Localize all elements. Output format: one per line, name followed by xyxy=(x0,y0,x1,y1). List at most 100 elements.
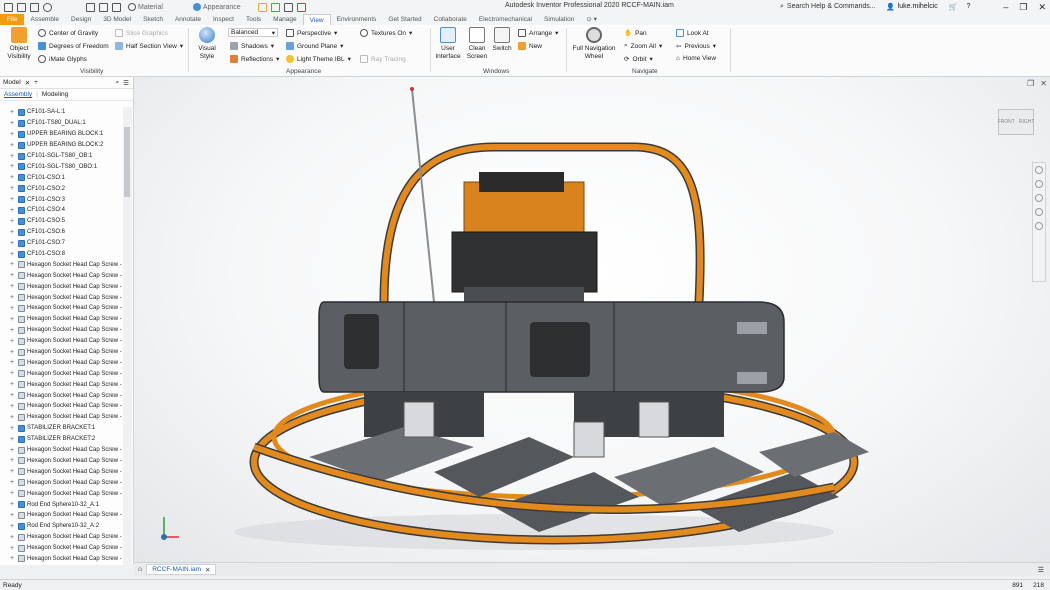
expand-icon[interactable]: + xyxy=(10,163,16,170)
document-tab[interactable]: RCCF-MAIN.iam ✕ xyxy=(146,564,217,575)
expand-icon[interactable]: + xyxy=(10,468,16,475)
tree-item[interactable]: + Hexagon Socket Head Cap Screw - xyxy=(0,456,122,467)
expand-icon[interactable]: + xyxy=(10,272,16,279)
tree-item[interactable]: + Hexagon Socket Head Cap Screw - xyxy=(0,368,122,379)
user-account[interactable]: 👤 luke.mihelcic 🛒? xyxy=(886,1,970,12)
tab-collaborate[interactable]: Collaborate xyxy=(428,14,473,25)
tree-item[interactable]: + UPPER BEARING BLOCK:1 xyxy=(0,129,122,140)
fx-icon[interactable] xyxy=(283,2,293,12)
lighting-style-select[interactable]: Balanced ▾ xyxy=(228,28,278,37)
tree-item[interactable]: + Hexagon Socket Head Cap Screw - xyxy=(0,543,122,554)
expand-icon[interactable]: + xyxy=(10,338,16,345)
tab-get-started[interactable]: Get Started xyxy=(382,14,427,25)
tab-file[interactable]: File xyxy=(0,14,25,25)
orbit-button[interactable]: ⟳ Orbit ▾ xyxy=(624,55,653,64)
arrange-button[interactable]: Arrange ▾ xyxy=(518,29,558,37)
tree-item[interactable]: + Hexagon Socket Head Cap Screw - xyxy=(0,281,122,292)
degrees-of-freedom-button[interactable]: Degrees of Freedom xyxy=(38,42,109,50)
tab-view[interactable]: View xyxy=(302,14,331,25)
adjust-icon[interactable] xyxy=(257,2,267,12)
reflections-button[interactable]: Reflections ▾ xyxy=(230,55,279,63)
close-icon[interactable]: ✕ xyxy=(25,79,30,87)
expand-icon[interactable]: + xyxy=(10,523,16,530)
expand-icon[interactable]: + xyxy=(10,251,16,258)
tab-electromechanical[interactable]: Electromechanical xyxy=(473,14,538,25)
expand-icon[interactable]: + xyxy=(10,207,16,214)
textures-on-button[interactable]: Textures On ▾ xyxy=(360,29,412,37)
expand-icon[interactable]: + xyxy=(10,120,16,127)
tree-item[interactable]: + CF101-CSO:4 xyxy=(0,205,122,216)
tree-item[interactable]: + CF101-CSO:3 xyxy=(0,194,122,205)
tree-item[interactable]: + Hexagon Socket Head Cap Screw - xyxy=(0,259,122,270)
save-icon[interactable] xyxy=(30,2,39,12)
tree-item[interactable]: + Hexagon Socket Head Cap Screw - xyxy=(0,488,122,499)
open-file-icon[interactable] xyxy=(17,2,26,12)
return-icon[interactable] xyxy=(99,2,108,12)
expand-icon[interactable]: + xyxy=(10,501,16,508)
pan-button[interactable]: ✋ Pan xyxy=(624,29,647,38)
tree-item[interactable]: + Hexagon Socket Head Cap Screw - xyxy=(0,532,122,543)
tree-item[interactable]: + CF101-SGL-TS80_OBO:1 xyxy=(0,161,122,172)
expand-icon[interactable]: + xyxy=(10,185,16,192)
tree-item[interactable]: + Hexagon Socket Head Cap Screw - xyxy=(0,466,122,477)
half-section-view-button[interactable]: Half Section View ▾ xyxy=(115,42,183,50)
look-at-button[interactable]: Look At xyxy=(676,29,709,37)
user-interface-button[interactable]: User Interface xyxy=(434,27,462,60)
full-navigation-wheel-button[interactable]: Full Navigation Wheel xyxy=(570,27,618,60)
tree-item[interactable]: + Hexagon Socket Head Cap Screw - xyxy=(0,401,122,412)
add-icon[interactable]: + xyxy=(34,79,38,86)
appearance-selector[interactable]: Appearance xyxy=(190,2,244,13)
home-icon[interactable]: ⌂ xyxy=(138,566,142,573)
close-icon[interactable]: ✕ xyxy=(205,566,210,574)
expand-icon[interactable]: + xyxy=(10,131,16,138)
clear-icon[interactable] xyxy=(270,2,280,12)
subtab-modeling[interactable]: Modeling xyxy=(42,91,68,98)
expand-icon[interactable]: + xyxy=(10,196,16,203)
expand-icon[interactable]: + xyxy=(10,153,16,160)
expand-icon[interactable]: + xyxy=(10,349,16,356)
tree-item[interactable]: + Rod End Sphere10-32_A:2 xyxy=(0,521,122,532)
tree-item[interactable]: + Hexagon Socket Head Cap Screw - xyxy=(0,412,122,423)
new-window-button[interactable]: New xyxy=(518,42,542,50)
center-of-gravity-button[interactable]: Center of Gravity xyxy=(38,29,98,37)
home-view-button[interactable]: ⌂ Home View xyxy=(676,55,716,62)
tabs-menu-icon[interactable]: ☰ xyxy=(1038,566,1044,574)
expand-icon[interactable]: + xyxy=(10,283,16,290)
tab-annotate[interactable]: Annotate xyxy=(169,14,207,25)
tree-item[interactable]: + STABILIZER BRACKET:2 xyxy=(0,434,122,445)
tab-assemble[interactable]: Assemble xyxy=(24,14,65,25)
expand-icon[interactable]: + xyxy=(10,218,16,225)
visual-style-button[interactable]: Visual Style xyxy=(192,27,222,60)
select-icon[interactable] xyxy=(112,2,121,12)
3d-viewport[interactable]: ❐ ✕ FRONT RIGHT xyxy=(134,77,1050,562)
expand-icon[interactable]: + xyxy=(10,414,16,421)
tree-item[interactable]: + CF101-CSO:7 xyxy=(0,238,122,249)
tab-tools[interactable]: Tools xyxy=(240,14,267,25)
subtab-assembly[interactable]: Assembly xyxy=(4,91,32,98)
object-visibility-button[interactable]: Object Visibility xyxy=(6,27,32,60)
expand-icon[interactable]: + xyxy=(10,392,16,399)
tree-item[interactable]: + Hexagon Socket Head Cap Screw - xyxy=(0,357,122,368)
expand-icon[interactable]: + xyxy=(10,229,16,236)
material-selector[interactable]: Material xyxy=(125,2,166,13)
expand-icon[interactable]: + xyxy=(10,457,16,464)
tree-vertical-scrollbar[interactable] xyxy=(123,107,132,571)
tree-item[interactable]: + Hexagon Socket Head Cap Screw - xyxy=(0,477,122,488)
imate-glyphs-button[interactable]: iMate Glyphs xyxy=(38,55,87,63)
tree-item[interactable]: + Hexagon Socket Head Cap Screw - xyxy=(0,390,122,401)
tree-item[interactable]: + CF101-CSO:2 xyxy=(0,183,122,194)
tree-item[interactable]: + CF101-CSO:6 xyxy=(0,227,122,238)
expand-icon[interactable]: + xyxy=(10,109,16,116)
switch-button[interactable]: Switch xyxy=(490,27,514,53)
expand-icon[interactable]: + xyxy=(10,359,16,366)
help-search[interactable]: ⌕ Search Help & Commands... xyxy=(780,1,880,12)
expand-icon[interactable]: + xyxy=(10,512,16,519)
assembly-model[interactable] xyxy=(134,77,1050,562)
tree-item[interactable]: + CF101-SGL-TS80_OB:1 xyxy=(0,151,122,162)
tab-inspect[interactable]: Inspect xyxy=(207,14,240,25)
tab-simulation[interactable]: Simulation xyxy=(538,14,580,25)
expand-icon[interactable]: + xyxy=(10,436,16,443)
help-icon[interactable]: ? xyxy=(967,3,971,10)
tree-item[interactable]: + Hexagon Socket Head Cap Screw - xyxy=(0,336,122,347)
expand-icon[interactable]: + xyxy=(10,174,16,181)
